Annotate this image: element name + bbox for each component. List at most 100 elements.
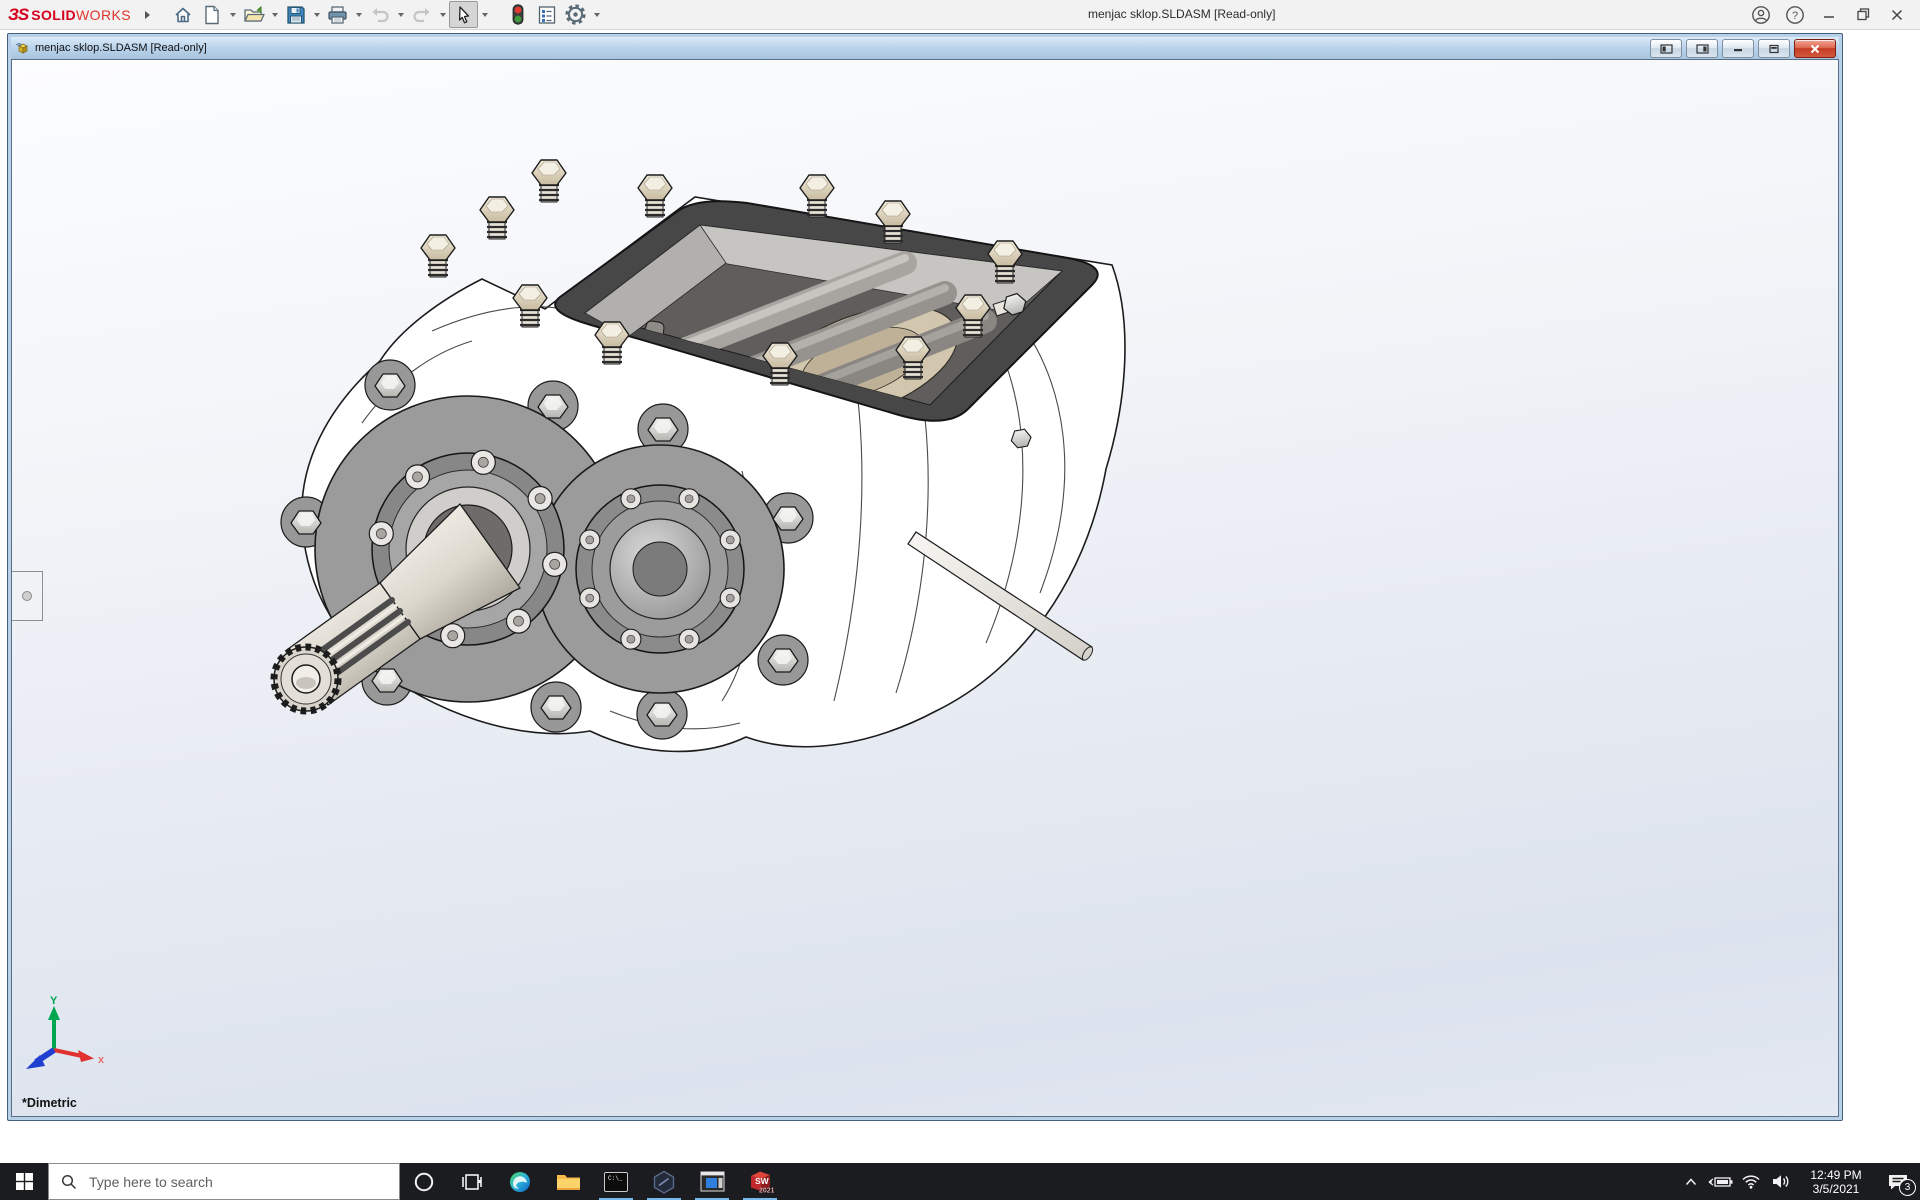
options-dropdown[interactable] bbox=[590, 2, 603, 27]
hexagon-app-icon bbox=[652, 1170, 676, 1194]
dassault-mark-icon: ЗS bbox=[8, 5, 28, 25]
media-window-icon bbox=[700, 1171, 725, 1192]
user-account-button[interactable] bbox=[1744, 0, 1778, 29]
svg-text:?: ? bbox=[1792, 10, 1798, 22]
close-button[interactable] bbox=[1880, 0, 1914, 29]
task-view-icon bbox=[461, 1172, 483, 1192]
command-prompt-icon: C:\_ bbox=[604, 1172, 628, 1192]
redo-icon bbox=[412, 6, 432, 24]
open-dropdown[interactable] bbox=[268, 2, 281, 27]
volume-button[interactable] bbox=[1766, 1163, 1796, 1200]
search-input[interactable] bbox=[87, 1173, 371, 1191]
doc-close-button[interactable] bbox=[1794, 39, 1836, 58]
app-title: menjac sklop.SLDASM [Read-only] bbox=[1088, 0, 1275, 29]
featuremanager-collapsed-tab[interactable] bbox=[12, 571, 43, 621]
cortana-icon bbox=[413, 1171, 435, 1193]
help-button[interactable]: ? bbox=[1778, 0, 1812, 29]
document-titlebar[interactable]: menjac sklop.SLDASM [Read-only] bbox=[11, 37, 1839, 59]
brand-solid-text: SOLID bbox=[31, 7, 76, 23]
wifi-icon bbox=[1741, 1174, 1761, 1189]
wifi-button[interactable] bbox=[1736, 1163, 1766, 1200]
clock-date: 3/5/2021 bbox=[1800, 1182, 1872, 1196]
rebuild-traffic-light-icon bbox=[512, 4, 524, 25]
composer-hexagon-button[interactable] bbox=[640, 1163, 688, 1200]
clock-time: 12:49 PM bbox=[1800, 1168, 1872, 1182]
undo-icon bbox=[370, 6, 390, 24]
open-icon bbox=[243, 5, 265, 25]
battery-button[interactable] bbox=[1706, 1163, 1736, 1200]
rebuild-button[interactable] bbox=[503, 1, 532, 28]
solidworks-app-window: ЗS SOLIDWORKS bbox=[0, 0, 1920, 1200]
new-document-button[interactable] bbox=[197, 1, 226, 28]
redo-dropdown[interactable] bbox=[436, 2, 449, 27]
triad-y-label: Y bbox=[50, 995, 58, 1007]
new-document-dropdown[interactable] bbox=[226, 2, 239, 27]
print-button[interactable] bbox=[323, 1, 352, 28]
taskbar-clock[interactable]: 12:49 PM 3/5/2021 bbox=[1796, 1168, 1876, 1196]
undo-dropdown[interactable] bbox=[394, 2, 407, 27]
battery-charging-icon bbox=[1708, 1175, 1734, 1189]
mdi-background: menjac sklop.SLDASM [Read-only] bbox=[0, 30, 1920, 1163]
home-icon bbox=[173, 5, 193, 25]
brand-works-text: WORKS bbox=[76, 7, 131, 23]
viewport-3d[interactable]: Y x *Dimetric bbox=[11, 59, 1839, 1117]
windows-logo-icon bbox=[16, 1173, 33, 1190]
start-button[interactable] bbox=[0, 1163, 48, 1200]
save-icon bbox=[286, 5, 306, 25]
taskbar-search-box[interactable] bbox=[48, 1163, 400, 1200]
file-properties-button[interactable] bbox=[532, 1, 561, 28]
user-account-icon bbox=[1751, 5, 1771, 25]
edge-icon bbox=[508, 1170, 532, 1194]
menu-expand-arrow-icon[interactable] bbox=[145, 11, 150, 19]
document-window: menjac sklop.SLDASM [Read-only] bbox=[7, 33, 1843, 1121]
restore-button[interactable] bbox=[1846, 0, 1880, 29]
save-button[interactable] bbox=[281, 1, 310, 28]
doc-restore-button[interactable] bbox=[1758, 39, 1790, 58]
minimize-button[interactable] bbox=[1812, 0, 1846, 29]
home-button[interactable] bbox=[168, 1, 197, 28]
undo-button[interactable] bbox=[365, 1, 394, 28]
task-view-button[interactable] bbox=[448, 1163, 496, 1200]
view-orientation-label: *Dimetric bbox=[22, 1096, 77, 1110]
solidworks-2021-button[interactable]: SW 2021 bbox=[736, 1163, 784, 1200]
print-dropdown[interactable] bbox=[352, 2, 365, 27]
solidworks-2021-icon: SW 2021 bbox=[747, 1168, 774, 1195]
help-icon: ? bbox=[1785, 5, 1805, 25]
featuremanager-expand-dot bbox=[22, 591, 32, 601]
gearbox-model[interactable] bbox=[12, 60, 1838, 1116]
app-window-controls: ? bbox=[1744, 0, 1914, 29]
options-button[interactable] bbox=[561, 1, 590, 28]
print-icon bbox=[327, 5, 348, 25]
file-explorer-icon bbox=[556, 1171, 581, 1192]
file-explorer-button[interactable] bbox=[544, 1163, 592, 1200]
search-icon bbox=[61, 1174, 77, 1190]
redo-button[interactable] bbox=[407, 1, 436, 28]
save-dropdown[interactable] bbox=[310, 2, 323, 27]
pane-right-button[interactable] bbox=[1686, 39, 1718, 58]
options-gear-icon bbox=[565, 4, 586, 25]
triad-x-label: x bbox=[98, 1054, 105, 1066]
media-window-button[interactable] bbox=[688, 1163, 736, 1200]
close-icon bbox=[1890, 8, 1904, 22]
assembly-document-icon bbox=[15, 41, 30, 55]
notification-center-button[interactable]: 3 bbox=[1876, 1163, 1920, 1200]
cortana-button[interactable] bbox=[400, 1163, 448, 1200]
open-button[interactable] bbox=[239, 1, 268, 28]
quick-access-toolbar bbox=[168, 0, 603, 29]
doc-minimize-button[interactable] bbox=[1722, 39, 1754, 58]
select-cursor-icon bbox=[455, 5, 473, 25]
system-tray: 12:49 PM 3/5/2021 3 bbox=[1676, 1163, 1920, 1200]
pane-left-button[interactable] bbox=[1650, 39, 1682, 58]
solidworks-logo: ЗS SOLIDWORKS bbox=[8, 0, 150, 29]
restore-icon bbox=[1856, 7, 1871, 22]
document-title: menjac sklop.SLDASM [Read-only] bbox=[35, 42, 207, 54]
command-prompt-button[interactable]: C:\_ bbox=[592, 1163, 640, 1200]
select-button[interactable] bbox=[449, 1, 478, 28]
tray-chevron-button[interactable] bbox=[1676, 1163, 1706, 1200]
app-titlebar: ЗS SOLIDWORKS bbox=[0, 0, 1920, 30]
countershaft-bearing-cover[interactable] bbox=[576, 485, 744, 653]
edge-button[interactable] bbox=[496, 1163, 544, 1200]
select-dropdown[interactable] bbox=[478, 2, 491, 27]
svg-text:2021: 2021 bbox=[759, 1188, 774, 1195]
restore-icon bbox=[1768, 44, 1780, 54]
